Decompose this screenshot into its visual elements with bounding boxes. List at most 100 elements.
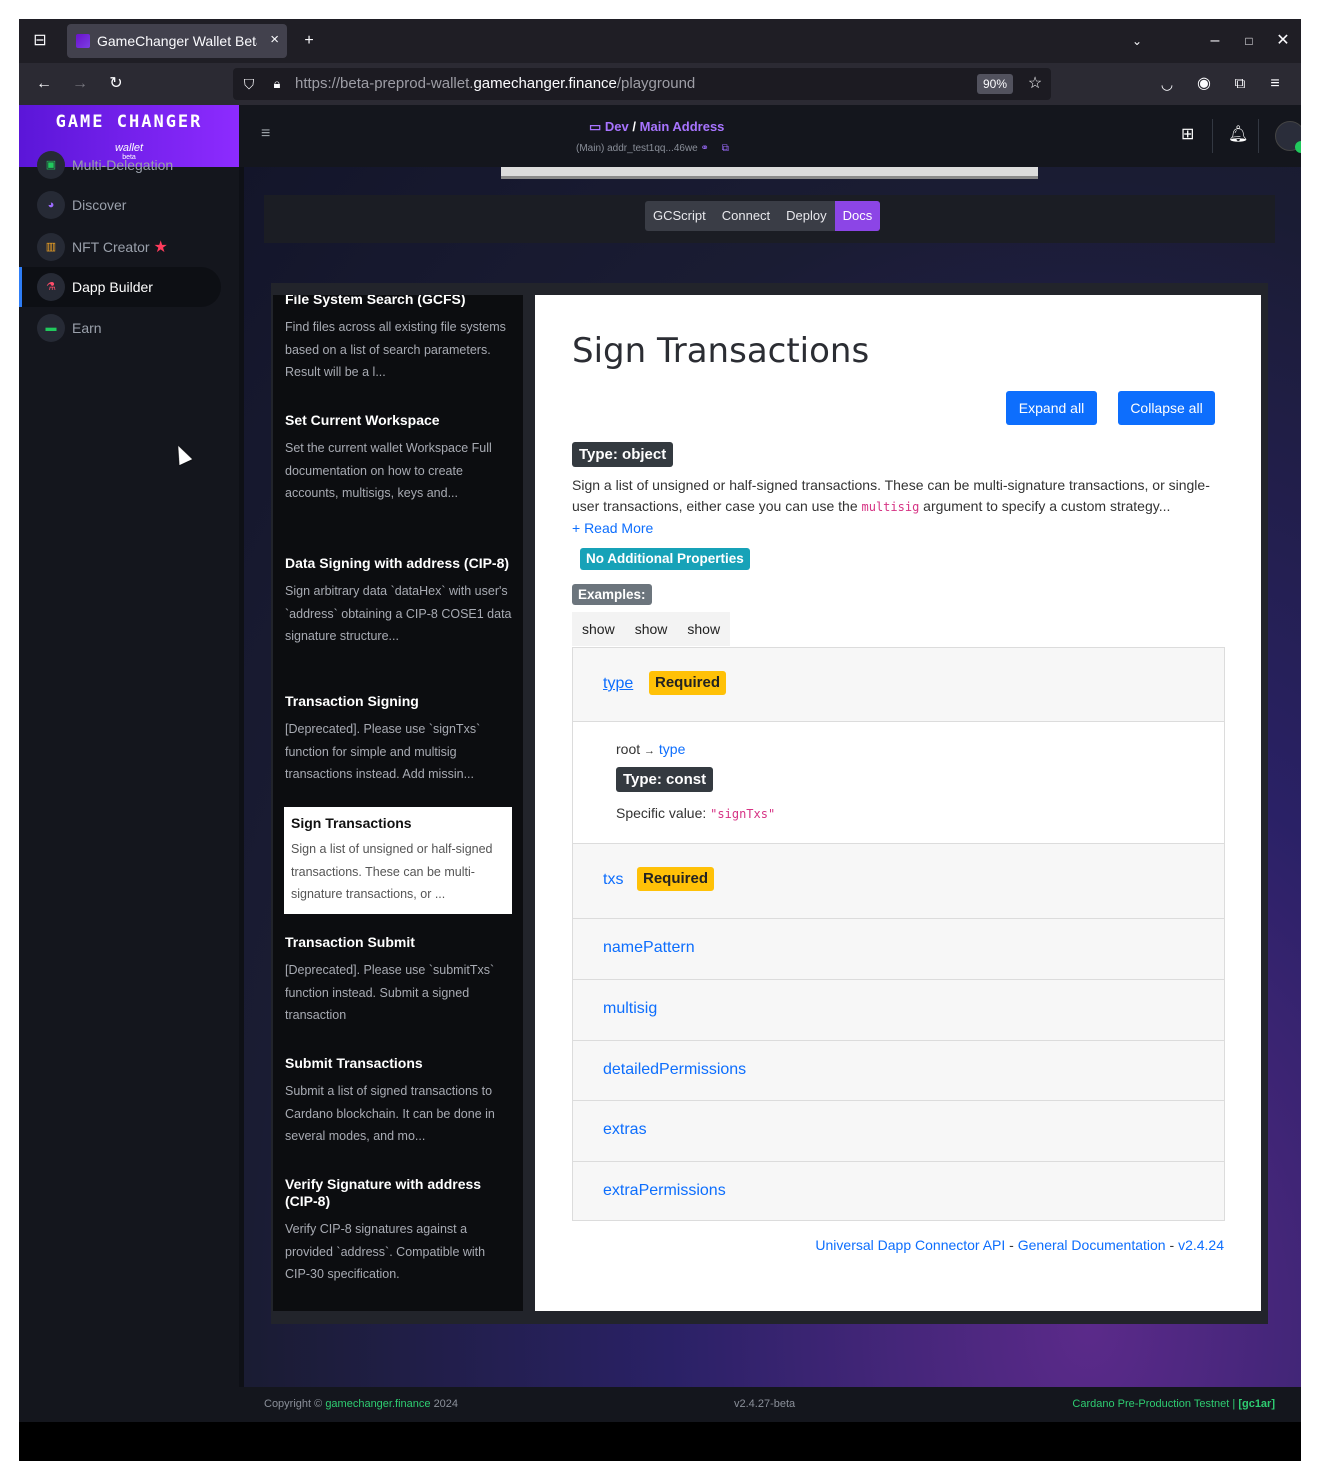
property-name[interactable]: multisig <box>603 999 657 1019</box>
doc-list-item[interactable]: Transaction Signing [Deprecated]. Please… <box>285 693 513 786</box>
doc-footer-links: Universal Dapp Connector API - General D… <box>815 1236 1224 1254</box>
property-row-txs[interactable]: txs Required <box>573 844 1224 919</box>
close-window-icon[interactable]: ✕ <box>1271 31 1295 51</box>
sidebar-item-dapp-builder[interactable]: ⚗ Dapp Builder <box>19 267 221 307</box>
property-row-extras[interactable]: extras <box>573 1101 1224 1162</box>
udc-api-link[interactable]: Universal Dapp Connector API <box>815 1237 1005 1253</box>
doc-list-item[interactable]: Verify Signature with address (CIP-8) Ve… <box>285 1176 513 1286</box>
doc-item-desc: Set the current wallet Workspace Full do… <box>285 441 492 500</box>
url-bar[interactable]: ⛉ 🔒︎ https://beta-preprod-wallet.gamecha… <box>233 68 1051 100</box>
property-name[interactable]: type <box>603 674 633 694</box>
copyright: Copyright © gamechanger.finance 2024 <box>264 1398 459 1410</box>
sidebar-item-earn[interactable]: ▬ Earn <box>19 308 221 348</box>
reload-icon[interactable]: ↻ <box>104 74 128 94</box>
property-name[interactable]: extraPermissions <box>603 1181 726 1201</box>
property-name[interactable]: extras <box>603 1120 647 1140</box>
url-text[interactable]: https://beta-preprod-wallet.gamechanger.… <box>295 75 695 93</box>
link-icon[interactable]: ⚭ <box>701 143 709 154</box>
property-row-multisig[interactable]: multisig <box>573 980 1224 1041</box>
doc-item-title: Transaction Signing <box>285 693 419 709</box>
sidebar-item-label: Discover <box>72 197 127 213</box>
doc-list-item[interactable]: Submit Transactions Submit a list of sig… <box>285 1055 513 1148</box>
sidebar-item-label: NFT Creator ★ <box>72 239 168 256</box>
breadcrumb-separator: / <box>632 119 637 134</box>
sidebar-item-discover[interactable]: ◕ Discover <box>19 185 221 225</box>
tab-title: GameChanger Wallet Beta <box>97 33 257 49</box>
examples-badge: Examples: <box>572 584 652 605</box>
doc-list-item[interactable]: File System Search (GCFS) Find files acr… <box>285 295 513 384</box>
breadcrumb-main-address[interactable]: Main Address <box>640 119 725 134</box>
browser-window: ⊟ GameChanger Wallet Beta × + ⌄ – □ ✕ ← … <box>19 19 1301 1461</box>
menu-icon[interactable]: ≡ <box>1263 74 1287 94</box>
doc-item-desc: [Deprecated]. Please use `submitTxs` fun… <box>285 963 495 1022</box>
show-example-tab[interactable]: show <box>572 612 625 646</box>
doc-list-item-selected[interactable]: Sign Transactions Sign a list of unsigne… <box>284 807 512 914</box>
maximize-icon[interactable]: □ <box>1237 31 1261 51</box>
sidebar-item-multi-delegation[interactable]: ▣ Multi-Delegation <box>19 145 221 185</box>
property-row-extrapermissions[interactable]: extraPermissions <box>573 1162 1224 1221</box>
forward-icon[interactable]: → <box>68 74 92 94</box>
tab-close-icon[interactable]: × <box>270 31 279 49</box>
doc-item-title: File System Search (GCFS) <box>285 295 466 307</box>
tab-deploy[interactable]: Deploy <box>778 201 834 231</box>
expand-all-button[interactable]: Expand all <box>1006 391 1097 425</box>
extensions-icon[interactable]: ⧉ <box>1228 74 1252 94</box>
path-type-link[interactable]: type <box>659 741 685 757</box>
nav-bar: ← → ↻ ⛉ 🔒︎ https://beta-preprod-wallet.g… <box>19 63 1301 105</box>
doc-version[interactable]: v2.4.24 <box>1178 1237 1224 1253</box>
avatar[interactable] <box>1275 121 1301 153</box>
copy-icon[interactable]: ⧉ <box>722 143 729 154</box>
breadcrumb-dev[interactable]: Dev <box>605 119 629 134</box>
property-row-type[interactable]: type Required <box>573 648 1224 722</box>
online-status-dot <box>1295 141 1301 153</box>
doc-item-title: Data Signing with address (CIP-8) <box>285 555 510 571</box>
general-docs-link[interactable]: General Documentation <box>1018 1237 1166 1253</box>
browser-tab[interactable]: GameChanger Wallet Beta × <box>67 24 287 58</box>
list-tabs-icon[interactable]: ⌄ <box>1125 31 1149 51</box>
lock-icon[interactable]: 🔒︎ <box>265 74 289 94</box>
bell-icon[interactable]: 🔔︎ <box>1228 125 1248 145</box>
property-type-details: root → type Type: const Specific value: … <box>573 722 1224 844</box>
doc-item-title: Sign Transactions <box>291 815 412 831</box>
bookmark-star-icon[interactable]: ☆ <box>1023 74 1047 94</box>
type-const-badge: Type: const <box>616 767 714 792</box>
minimize-icon[interactable]: – <box>1203 31 1227 51</box>
qr-code-icon[interactable]: ⊞ <box>1181 125 1194 145</box>
no-additional-properties-badge: No Additional Properties <box>580 548 750 570</box>
sidebar: ▣ Multi-Delegation ◕ Discover ▥ NFT Crea… <box>19 151 239 1422</box>
doc-list-item[interactable]: Data Signing with address (CIP-8) Sign a… <box>285 555 513 648</box>
hamburger-icon[interactable]: ≡ <box>261 125 270 143</box>
property-name[interactable]: txs <box>603 870 623 890</box>
tab-docs[interactable]: Docs <box>834 201 881 231</box>
doc-list[interactable]: File System Search (GCFS) Find files acr… <box>273 295 523 1311</box>
firefox-view-icon[interactable]: ⊟ <box>28 31 52 51</box>
show-example-tab[interactable]: show <box>625 612 678 646</box>
doc-item-desc: Sign arbitrary data `dataHex` with user'… <box>285 584 512 643</box>
app-header: ≡ ▭ Dev / Main Address (Main) addr_test1… <box>239 105 1301 167</box>
doc-item-title: Verify Signature with address (CIP-8) <box>285 1176 482 1209</box>
property-name[interactable]: namePattern <box>603 938 695 958</box>
tab-connect[interactable]: Connect <box>714 201 778 231</box>
tab-gcscript[interactable]: GCScript <box>645 201 714 231</box>
property-row-detailedpermissions[interactable]: detailedPermissions <box>573 1041 1224 1101</box>
read-more-link[interactable]: + Read More <box>572 520 653 537</box>
back-icon[interactable]: ← <box>32 74 56 94</box>
playground-tabs-strip: GCScript Connect Deploy Docs <box>264 195 1275 243</box>
show-example-tab[interactable]: show <box>677 612 730 646</box>
playground-tabs: GCScript Connect Deploy Docs <box>645 201 881 231</box>
account-icon[interactable]: ◉ <box>1192 74 1216 94</box>
property-row-namepattern[interactable]: namePattern <box>573 919 1224 980</box>
favicon-icon <box>76 34 90 48</box>
doc-list-item[interactable]: Set Current Workspace Set the current wa… <box>285 412 513 505</box>
property-path: root → type <box>616 741 686 757</box>
new-tab-icon[interactable]: + <box>297 31 321 51</box>
property-name[interactable]: detailedPermissions <box>603 1060 746 1080</box>
doc-list-item[interactable]: Transaction Submit [Deprecated]. Please … <box>285 934 513 1027</box>
sidebar-item-nft-creator[interactable]: ▥ NFT Creator ★ <box>19 227 221 267</box>
copyright-link[interactable]: gamechanger.finance <box>325 1398 430 1410</box>
delegation-icon: ▣ <box>37 151 65 179</box>
zoom-indicator[interactable]: 90% <box>977 74 1014 94</box>
pocket-icon[interactable]: ◡ <box>1155 74 1179 94</box>
shield-icon[interactable]: ⛉ <box>237 74 261 94</box>
collapse-all-button[interactable]: Collapse all <box>1118 391 1215 425</box>
